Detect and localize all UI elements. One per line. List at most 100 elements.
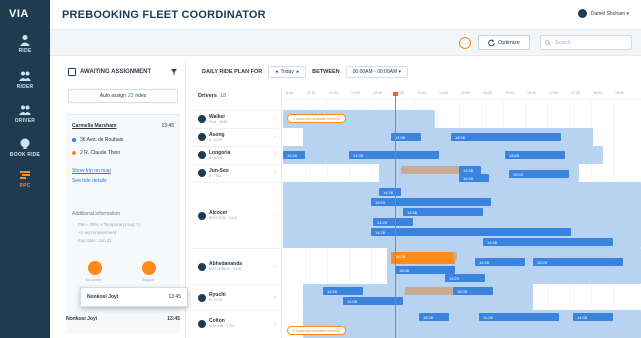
ride-bar[interactable]: 14:08 [343, 297, 403, 305]
ride-bar[interactable]: 15:23 [445, 274, 485, 282]
ride-bar[interactable]: 14:38 [459, 166, 481, 174]
ride-bar[interactable]: 14:38 [573, 313, 613, 321]
driver-avatar-icon [198, 169, 206, 177]
driver-track: 14:38 16:28 18:33 [283, 164, 641, 182]
alarm-clock-icon[interactable] [459, 37, 471, 49]
driver-row[interactable]: Walker Ford · 4295 › [192, 110, 282, 128]
driver-row[interactable]: Abhedananda MOTORBIKE · 4415 › [192, 248, 282, 284]
hour-label: 14:00 [417, 91, 426, 95]
filter-icon[interactable] [171, 69, 177, 75]
hour-label: 15:00 [461, 91, 470, 95]
ride-bar[interactable]: 14:38 [379, 188, 401, 196]
driver-row[interactable]: Asong 8 · 4295 › [192, 128, 282, 146]
nav-rider[interactable]: RIDER [0, 66, 50, 102]
auto-assign-button[interactable]: Auto assign 23 rides [68, 89, 178, 103]
accessibility-label: Aco acces [85, 278, 102, 282]
driver-vehicle: Ford · 4295 [209, 120, 228, 124]
sidebar: VIA RIDE RIDER DRIVER BOOK RIDE PPC [0, 0, 50, 338]
user-menu[interactable]: Daniel Shoham ▾ [577, 9, 629, 18]
ride-bar[interactable]: 14:28 [475, 258, 525, 266]
panel-header: AWAITING ASSIGNMENT [58, 60, 186, 84]
pending-ride-bar[interactable] [453, 252, 457, 260]
driver-row[interactable]: Alcocer ELECTRIC · 4415 › [192, 182, 282, 248]
ride-bar[interactable]: 18:33 [509, 170, 569, 178]
rider-time: 13:45 [161, 123, 174, 129]
driver-row[interactable]: Ryuchi 8 · 4295 › [192, 284, 282, 310]
nav-ride[interactable]: RIDE [0, 30, 50, 66]
hour-label: 12:00 [329, 91, 338, 95]
next-rider-name: Nonkosi Joyi [66, 316, 98, 322]
plan-title: DAILY RIDE PLAN FOR [202, 69, 263, 75]
ride-bar[interactable]: 14:38 [403, 208, 483, 216]
search-placeholder: Search [555, 40, 571, 46]
available-spot-bubble[interactable]: 1 more spot available before ▸ [287, 114, 346, 123]
dragged-ride-card[interactable]: Nonkosi Joyi 13:45 [80, 287, 188, 307]
support-action-button[interactable] [142, 261, 156, 275]
auto-assign-count: 23 [127, 93, 134, 99]
driver-vehicle: 8 · 4295 [209, 298, 222, 302]
drivers-column: Drivers 18 Walker Ford · 4295 › Asong 8 · 42… [192, 88, 282, 338]
panel-title: AWAITING ASSIGNMENT [80, 69, 152, 75]
time-range-select[interactable]: 00:00AM - 00:00AM ▾ [345, 66, 409, 78]
current-time-line [395, 94, 396, 338]
auto-assign-prefix: Auto assign [99, 93, 126, 99]
ride-bar[interactable]: 16:38 [453, 287, 493, 295]
driver-vehicle: 8 · 7901 [209, 174, 222, 178]
ride-bar[interactable]: 16:28 [283, 151, 305, 159]
ride-bar[interactable]: 14:28 [323, 287, 363, 295]
ride-bar[interactable]: 18:28 [419, 313, 449, 321]
top-bar: PREBOOKING FLEET COORDINATOR Daniel Shoh… [50, 0, 641, 30]
highlighted-ride-bar[interactable]: 18:28 [391, 252, 455, 264]
driver-avatar-icon [198, 115, 206, 123]
driver-avatar-icon [198, 151, 206, 159]
hour-label: 11:00 [285, 91, 294, 95]
ride-bar[interactable]: 14:28 [373, 218, 413, 226]
search-input[interactable]: Search [540, 35, 632, 50]
ride-bar[interactable]: 15:28 [533, 258, 623, 266]
driver-avatar-icon [198, 212, 206, 220]
ride-bar[interactable]: 15:53 [371, 198, 491, 206]
awaiting-ride-row[interactable]: Nonkosi Joyi 13:45 [66, 313, 180, 325]
driver-track: 1 more spot available before ▸ [283, 110, 641, 128]
driver-row[interactable]: Jun-Seo 8 · 7901 › [192, 164, 282, 182]
see-ride-details-link[interactable]: See ride details [72, 178, 106, 184]
driver-track: 18:28 11:28 14:38 1 more spot available … [283, 310, 641, 338]
driver-row[interactable]: Colton MINIVAN · 7733 › [192, 310, 282, 338]
accessibility-action-button[interactable] [88, 261, 102, 275]
pending-ride-bar[interactable] [405, 287, 455, 295]
ride-bar[interactable]: 18:28 [505, 151, 565, 159]
dropoff-address: 2 R. Claude Thion [72, 150, 120, 156]
day-selector[interactable]: ◂ Today ▸ [268, 66, 307, 78]
hour-label: 16:00 [505, 91, 514, 95]
ride-bar[interactable]: 14:38 [349, 151, 439, 159]
chevron-icon: › [274, 134, 276, 140]
ride-bar[interactable]: 16:08 [395, 266, 455, 274]
available-spot-bubble[interactable]: 1 more spot available before ▸ [287, 326, 346, 335]
person-icon [20, 35, 30, 46]
info-line: FM + 35% + Temporary(Aug 7) [78, 222, 140, 227]
via-logo: VIA [9, 8, 29, 20]
ride-bar[interactable]: 14:28 [371, 228, 571, 236]
nav-driver[interactable]: DRIVER [0, 100, 50, 136]
driver-row[interactable]: Longoria 8 · 4295 › [192, 146, 282, 164]
ride-bar[interactable]: 11:28 [479, 313, 559, 321]
rider-name[interactable]: Carmella Marsham [72, 123, 116, 129]
chevron-icon: › [274, 295, 276, 301]
driver-track: 16:28 14:38 18:28 [283, 146, 641, 164]
pickup-dot-icon [72, 137, 76, 142]
chevron-icon: › [274, 321, 276, 327]
ride-bar[interactable]: 18:28 [451, 133, 561, 141]
pending-ride-bar[interactable] [401, 166, 461, 174]
hour-label: 16:30 [527, 91, 536, 95]
driver-track: 14:38 15:53 14:38 14:28 14:28 14:38 [283, 182, 641, 248]
day-label: Today [280, 69, 294, 75]
show-trip-on-map-link[interactable]: Show trip on map [72, 168, 111, 174]
optimize-button[interactable]: Optimize [478, 35, 530, 50]
nav-ppc[interactable]: PPC [0, 165, 50, 201]
ride-bar[interactable]: 14:38 [483, 238, 613, 246]
driver-vehicle: 8 · 4295 [209, 138, 222, 142]
hour-label: 14:30 [439, 91, 448, 95]
chevron-icon: › [274, 213, 276, 219]
ppc-icon [20, 171, 30, 179]
ride-bar[interactable]: 16:28 [459, 174, 489, 182]
